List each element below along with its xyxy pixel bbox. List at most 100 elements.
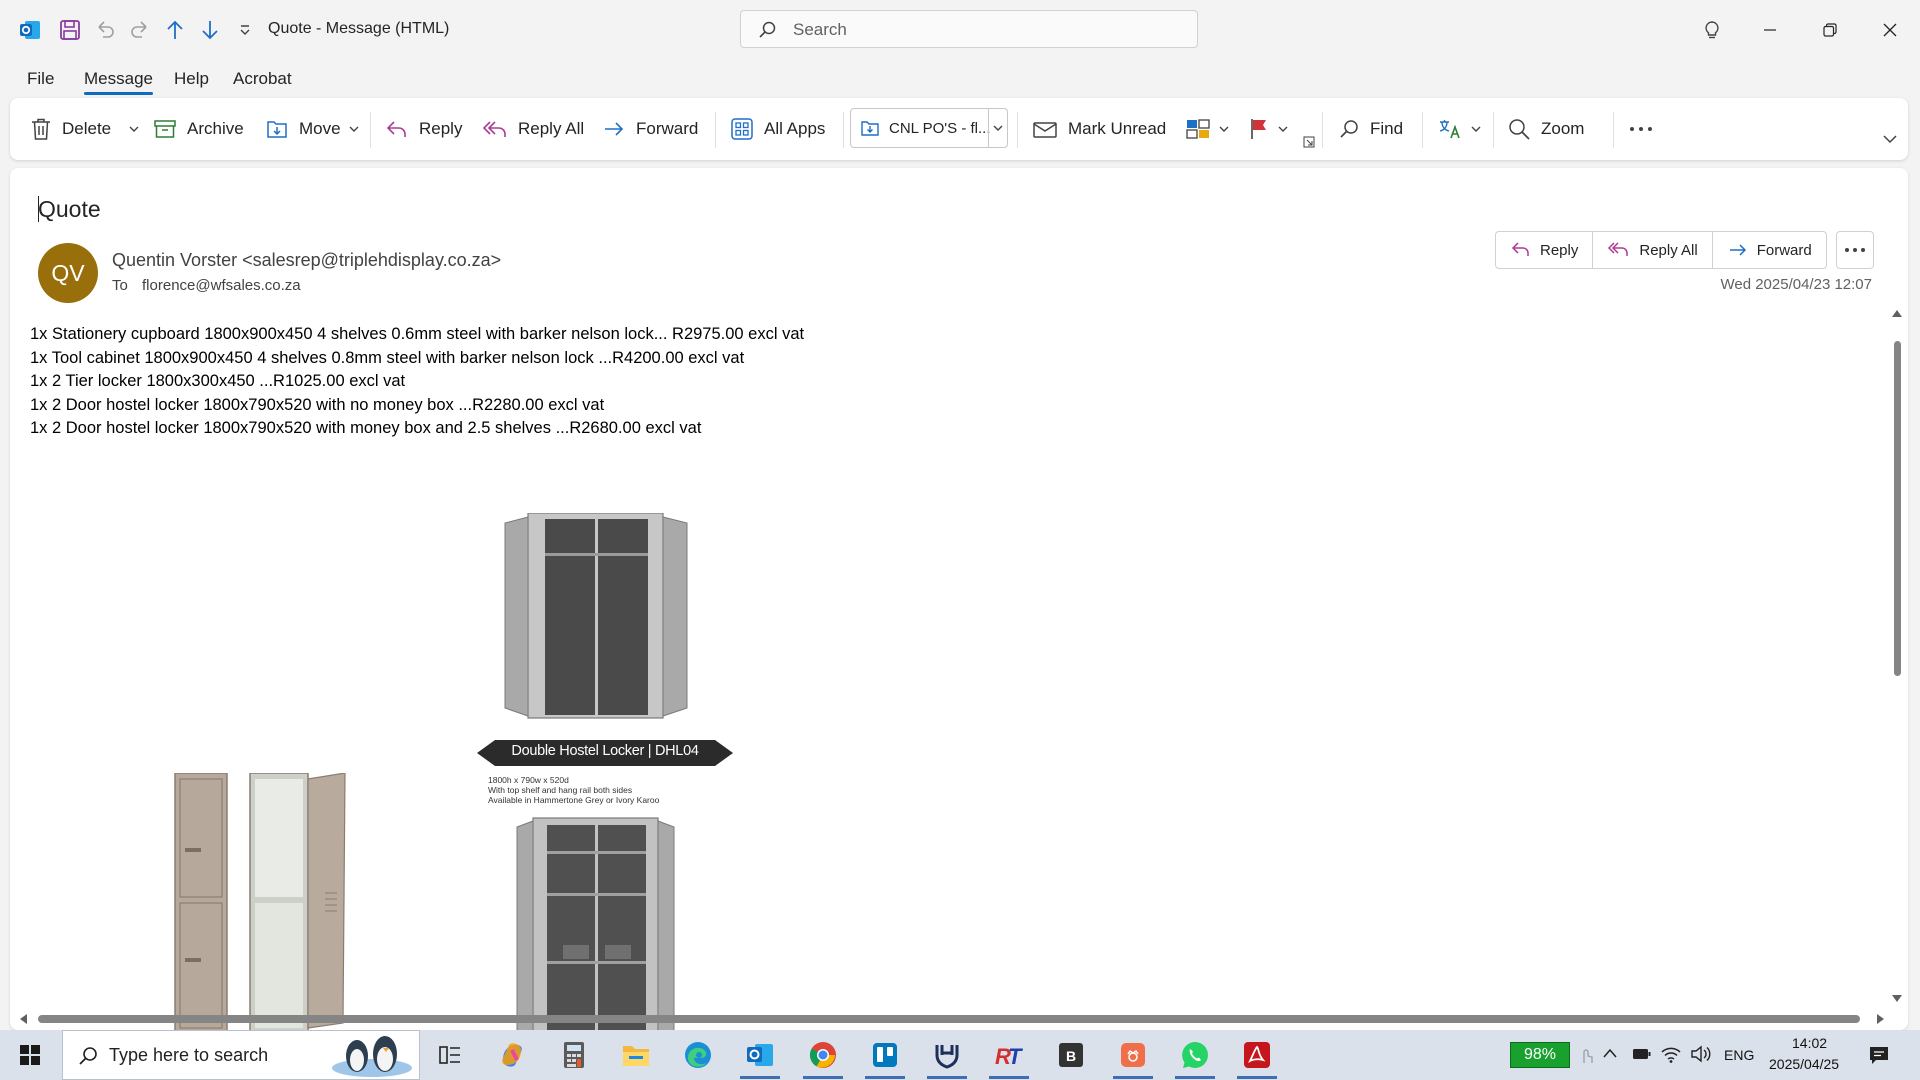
clock-date[interactable]: 2025/04/25 bbox=[1769, 1056, 1839, 1072]
rt-app-icon[interactable]: RT bbox=[985, 1035, 1033, 1079]
zoom-button[interactable]: Zoom bbox=[1507, 112, 1584, 146]
copilot-icon[interactable] bbox=[488, 1035, 536, 1075]
tags-dialog-launcher-icon[interactable] bbox=[1303, 136, 1315, 148]
search-box[interactable] bbox=[740, 10, 1198, 48]
body-line: 1x 2 Tier locker 1800x300x450 ...R1025.0… bbox=[30, 372, 406, 391]
more-actions-button[interactable] bbox=[1836, 231, 1874, 269]
taskbar-search-label: Type here to search bbox=[109, 1045, 269, 1065]
ribbon-divider bbox=[1322, 112, 1323, 148]
tab-acrobat[interactable]: Acrobat bbox=[233, 69, 292, 89]
previous-item-icon[interactable] bbox=[162, 17, 188, 43]
recipient-address[interactable]: florence@wfsales.co.za bbox=[142, 277, 301, 294]
chevron-down-icon[interactable] bbox=[129, 125, 139, 133]
calculator-icon[interactable] bbox=[550, 1035, 598, 1075]
zoom-icon bbox=[1507, 117, 1531, 141]
edge-browser-icon[interactable] bbox=[674, 1035, 722, 1075]
minimize-icon[interactable] bbox=[1755, 15, 1785, 45]
lightbulb-icon[interactable] bbox=[1697, 15, 1727, 45]
window-title: Quote - Message (HTML) bbox=[268, 20, 450, 37]
file-explorer-icon[interactable] bbox=[612, 1035, 660, 1075]
archive-button[interactable]: Archive bbox=[153, 112, 244, 146]
reply-button[interactable]: Reply bbox=[385, 112, 462, 146]
spec-line: Available in Hammertone Grey or Ivory Ka… bbox=[488, 795, 660, 805]
move-to-folder-icon bbox=[265, 117, 289, 141]
close-icon[interactable] bbox=[1875, 15, 1905, 45]
all-apps-button[interactable]: All Apps bbox=[730, 112, 825, 146]
reply-all-label: Reply All bbox=[518, 119, 585, 138]
archive-label: Archive bbox=[187, 119, 244, 138]
battery-icon[interactable] bbox=[1632, 1047, 1652, 1061]
chevron-down-icon[interactable] bbox=[988, 109, 1007, 147]
taskbar-search[interactable]: Type here to search bbox=[62, 1030, 420, 1080]
archive-icon bbox=[153, 118, 177, 140]
collapse-ribbon-icon[interactable] bbox=[1883, 134, 1897, 144]
body-line: 1x 2 Door hostel locker 1800x790x520 wit… bbox=[30, 395, 605, 414]
input-language[interactable]: ENG bbox=[1724, 1047, 1754, 1063]
task-view-icon[interactable] bbox=[426, 1035, 474, 1075]
follow-up-flag-button[interactable] bbox=[1248, 112, 1288, 146]
email-body: 1x Stationery cupboard 1800x900x450 4 sh… bbox=[30, 323, 804, 441]
volume-icon[interactable] bbox=[1690, 1044, 1712, 1064]
more-commands-icon[interactable] bbox=[1628, 112, 1654, 146]
battery-level-badge[interactable]: 98% bbox=[1510, 1042, 1570, 1068]
delete-button[interactable]: Delete bbox=[30, 112, 139, 146]
wifi-icon[interactable] bbox=[1660, 1044, 1682, 1064]
chevron-down-icon[interactable] bbox=[1219, 125, 1229, 133]
search-icon bbox=[77, 1045, 99, 1067]
clock-time[interactable]: 14:02 bbox=[1792, 1035, 1827, 1051]
chevron-down-icon[interactable] bbox=[1471, 125, 1481, 133]
quick-steps-selector[interactable]: CNL PO'S - fl... bbox=[850, 108, 1008, 148]
ribbon-divider bbox=[1422, 112, 1423, 148]
find-label: Find bbox=[1370, 119, 1404, 138]
forward-label: Forward bbox=[636, 119, 699, 138]
orange-app-icon[interactable] bbox=[1109, 1035, 1157, 1079]
undo-icon[interactable] bbox=[92, 17, 118, 43]
taskbar: Type here to search RT B 98% ENG 14:02 2… bbox=[0, 1030, 1920, 1080]
customize-toolbar-icon[interactable] bbox=[232, 17, 258, 43]
two-tier-locker-image bbox=[165, 773, 365, 1030]
notifications-icon[interactable] bbox=[1868, 1044, 1890, 1066]
body-line: 1x Stationery cupboard 1800x900x450 4 sh… bbox=[30, 325, 805, 343]
chevron-up-icon[interactable] bbox=[1602, 1047, 1618, 1059]
find-button[interactable]: Find bbox=[1338, 112, 1403, 146]
forward-button[interactable]: Forward bbox=[1713, 232, 1826, 268]
sender-name[interactable]: Quentin Vorster <salesrep@triplehdisplay… bbox=[112, 250, 501, 271]
chrome-browser-icon[interactable] bbox=[799, 1035, 847, 1079]
reply-all-button[interactable]: Reply All bbox=[482, 112, 584, 146]
acrobat-icon[interactable] bbox=[1233, 1035, 1281, 1079]
categorize-button[interactable] bbox=[1185, 112, 1229, 146]
b-app-icon[interactable]: B bbox=[1047, 1035, 1095, 1075]
reply-button[interactable]: Reply bbox=[1496, 232, 1594, 268]
mark-unread-label: Mark Unread bbox=[1068, 119, 1167, 138]
mark-unread-button[interactable]: Mark Unread bbox=[1032, 112, 1166, 146]
touch-keyboard-icon[interactable] bbox=[1578, 1044, 1594, 1064]
redo-icon[interactable] bbox=[127, 17, 153, 43]
save-icon[interactable] bbox=[57, 17, 83, 43]
windows-start-icon[interactable] bbox=[6, 1035, 54, 1075]
avatar[interactable]: QV bbox=[38, 243, 98, 303]
reply-label: Reply bbox=[419, 119, 463, 138]
next-item-icon[interactable] bbox=[197, 17, 223, 43]
horizontal-scrollbar[interactable] bbox=[18, 1010, 1886, 1028]
tab-help[interactable]: Help bbox=[174, 69, 209, 89]
ribbon-divider bbox=[1493, 112, 1494, 148]
search-input[interactable] bbox=[791, 17, 1185, 43]
double-hostel-locker-image: Double Hostel Locker | DHL04 1800h x 790… bbox=[465, 513, 745, 1030]
ribbon-divider bbox=[715, 112, 716, 148]
forward-icon bbox=[1727, 240, 1749, 260]
husqvarna-icon[interactable] bbox=[923, 1035, 971, 1079]
whatsapp-icon[interactable] bbox=[1171, 1035, 1219, 1079]
outlook-taskbar-icon[interactable] bbox=[736, 1035, 784, 1079]
chevron-down-icon[interactable] bbox=[349, 125, 359, 133]
reply-all-button[interactable]: Reply All bbox=[1593, 232, 1713, 268]
tab-file[interactable]: File bbox=[27, 69, 54, 89]
forward-icon bbox=[602, 118, 626, 140]
move-button[interactable]: Move bbox=[265, 112, 359, 146]
trello-icon[interactable] bbox=[861, 1035, 909, 1079]
translate-button[interactable] bbox=[1437, 112, 1481, 146]
tab-message[interactable]: Message bbox=[84, 69, 153, 95]
chevron-down-icon[interactable] bbox=[1278, 125, 1288, 133]
forward-button[interactable]: Forward bbox=[602, 112, 698, 146]
vertical-scrollbar[interactable] bbox=[1886, 306, 1908, 1006]
restore-icon[interactable] bbox=[1815, 15, 1845, 45]
